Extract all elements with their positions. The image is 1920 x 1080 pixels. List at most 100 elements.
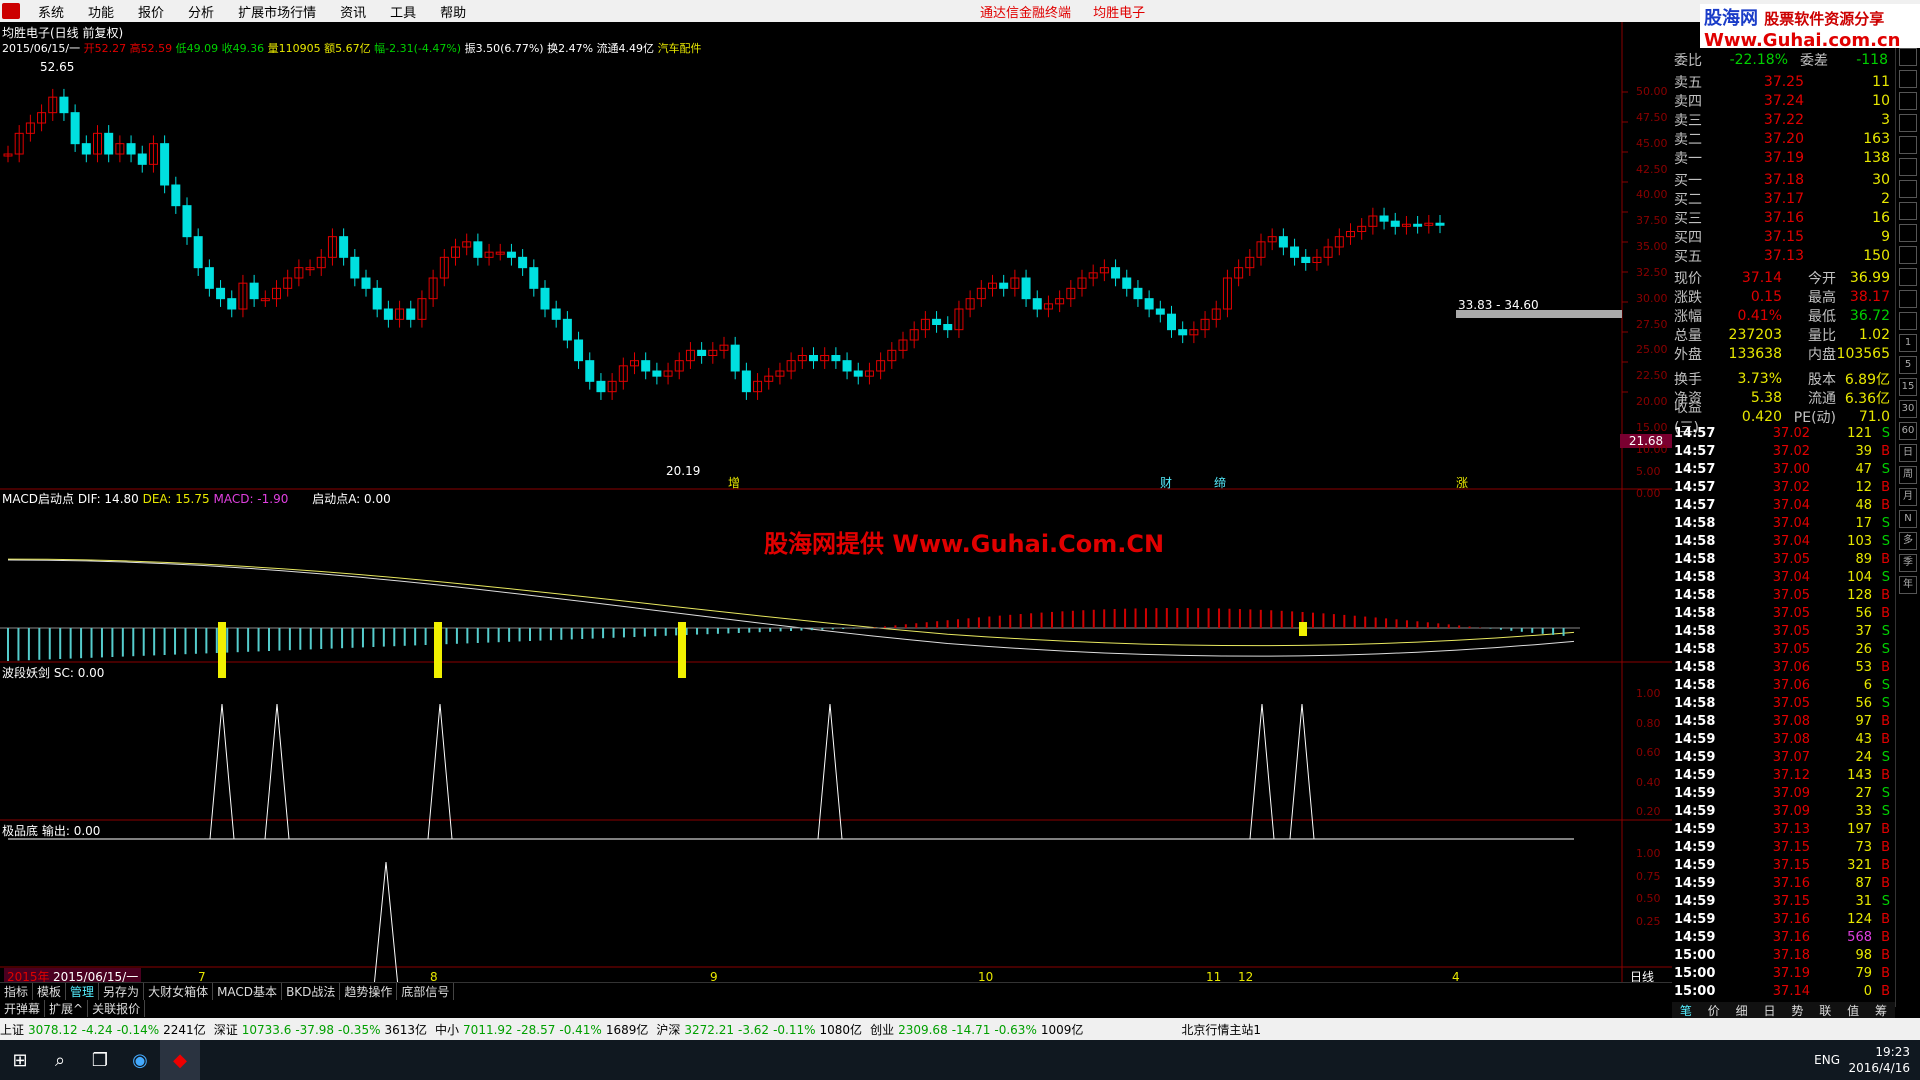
tool-icon[interactable] — [1899, 70, 1917, 88]
indicator-tab[interactable]: 模板 — [33, 983, 67, 1000]
lang-indicator[interactable]: ENG — [1814, 1052, 1840, 1068]
menu-item-extended-market[interactable]: 扩展市场行情 — [226, 2, 328, 21]
ask-level-5-label: 卖五 — [1674, 74, 1702, 91]
menu-item-tools[interactable]: 工具 — [378, 2, 428, 21]
tool-icon[interactable] — [1899, 312, 1917, 330]
ask-level-1: 卖一 37.19 138 — [1674, 148, 1892, 167]
stat-label-2: 股本 — [1808, 371, 1836, 388]
tick-side: S — [1881, 893, 1890, 909]
menu-item-system[interactable]: 系统 — [26, 2, 76, 21]
index-quote[interactable]: 上证 3078.12 -4.24 -0.14% 2241亿 — [0, 1021, 210, 1038]
period-button[interactable]: 周 — [1899, 466, 1917, 484]
task-view-icon[interactable]: ❐ — [80, 1040, 120, 1080]
start-windows-icon[interactable]: ⊞ — [0, 1040, 40, 1080]
index-quote[interactable]: 中小 7011.92 -28.57 -0.41% 1689亿 — [435, 1021, 652, 1038]
tick-volume: 27 — [1855, 785, 1872, 801]
function-tab[interactable]: 扩展^ — [45, 1000, 89, 1017]
period-button[interactable]: 年 — [1899, 576, 1917, 594]
index-amount: 2241亿 — [163, 1022, 206, 1037]
indicator-tab[interactable]: 管理 — [66, 983, 100, 1000]
ask-level-4-volume: 10 — [1872, 92, 1890, 109]
tool-icon[interactable] — [1899, 136, 1917, 154]
candle-body — [641, 360, 651, 372]
ask-level-2-price: 37.20 — [1763, 130, 1804, 147]
server-station[interactable]: 北京行情主站1 — [1181, 1021, 1261, 1038]
index-quote[interactable]: 沪深 3272.21 -3.62 -0.11% 1080亿 — [656, 1021, 866, 1038]
tick-side: B — [1881, 821, 1890, 837]
index-quote[interactable]: 深证 10733.6 -37.98 -0.35% 3613亿 — [214, 1021, 431, 1038]
period-button[interactable]: 15 — [1899, 378, 1917, 396]
chart-area[interactable]: 均胜电子(日线 前复权) 2015/06/15/一 开52.27 高52.59 … — [0, 22, 1672, 985]
trading-app-icon[interactable]: ◆ — [160, 1040, 200, 1080]
tick-price: 37.05 — [1772, 641, 1810, 657]
tick-time: 14:58 — [1674, 713, 1716, 729]
function-tab[interactable]: 开弹幕 — [0, 1000, 46, 1017]
period-button[interactable]: 1 — [1899, 334, 1917, 352]
menu-item-analysis[interactable]: 分析 — [176, 2, 226, 21]
period-button[interactable]: N — [1899, 510, 1917, 528]
tick-side: B — [1881, 731, 1890, 747]
tick-volume: 39 — [1855, 443, 1872, 459]
stat-value-2: 103565 — [1836, 345, 1890, 362]
tick-volume: 197 — [1847, 821, 1872, 837]
bid-level-2-volume: 2 — [1881, 190, 1890, 207]
function-tab[interactable]: 关联报价 — [88, 1000, 146, 1017]
browser-icon[interactable]: ◉ — [120, 1040, 160, 1080]
indicator-tab[interactable]: MACD基本 — [213, 983, 283, 1000]
search-icon[interactable]: ⌕ — [40, 1040, 80, 1080]
tool-icon[interactable] — [1899, 92, 1917, 110]
period-button[interactable]: 60 — [1899, 422, 1917, 440]
indicator-tab[interactable]: BKD战法 — [282, 983, 341, 1000]
period-button[interactable]: 日 — [1899, 444, 1917, 462]
wave-signal-spike — [264, 703, 290, 840]
period-button[interactable]: 季 — [1899, 554, 1917, 572]
index-value: 7011.92 — [463, 1022, 513, 1037]
period-button[interactable]: 多 — [1899, 532, 1917, 550]
wave-y-tick: 1.00 — [1636, 687, 1661, 700]
indicator-tab[interactable]: 底部信号 — [397, 983, 455, 1000]
tick-row: 14:58 37.05 89 B — [1674, 550, 1892, 568]
tick-price: 37.16 — [1772, 911, 1810, 927]
tool-icon[interactable] — [1899, 246, 1917, 264]
watermark-brand: 股海网 — [1704, 8, 1758, 29]
tool-icon[interactable] — [1899, 224, 1917, 242]
tool-icon[interactable] — [1899, 158, 1917, 176]
period-button[interactable]: 30 — [1899, 400, 1917, 418]
menu-item-help[interactable]: 帮助 — [428, 2, 478, 21]
index-pct: -0.14% — [116, 1022, 160, 1037]
index-amount: 1009亿 — [1040, 1022, 1084, 1037]
macd-y-tick: 15.00 — [1636, 421, 1668, 434]
tool-icon[interactable] — [1899, 114, 1917, 132]
stat-row: 总量 237203 量比 1.02 — [1674, 325, 1892, 344]
tick-price: 37.07 — [1772, 749, 1810, 765]
wave-legend: 波段妖剑 SC: 0.00 — [2, 664, 104, 681]
candle-body — [182, 205, 192, 238]
macd-dif-line — [7, 559, 1575, 657]
weicha-value: -118 — [1856, 51, 1888, 68]
indicator-tab[interactable]: 大财女箱体 — [144, 983, 214, 1000]
menu-item-news[interactable]: 资讯 — [328, 2, 378, 21]
period-button[interactable]: 5 — [1899, 356, 1917, 374]
bottom-name: 极品底 — [2, 824, 39, 838]
wave-signal-spike — [1249, 703, 1275, 840]
tick-price: 37.05 — [1772, 623, 1810, 639]
tool-icon[interactable] — [1899, 202, 1917, 220]
indicator-tab[interactable]: 另存为 — [99, 983, 145, 1000]
period-button[interactable]: 月 — [1899, 488, 1917, 506]
tick-time: 14:58 — [1674, 551, 1716, 567]
tick-time: 14:59 — [1674, 803, 1716, 819]
wave-y-tick: 0.80 — [1636, 716, 1661, 730]
indicator-tab[interactable]: 指标 — [0, 983, 34, 1000]
tool-icon[interactable] — [1899, 290, 1917, 308]
tool-icon[interactable] — [1899, 180, 1917, 198]
tick-side: B — [1881, 713, 1890, 729]
indicator-tab[interactable]: 趋势操作 — [340, 983, 398, 1000]
tick-price: 37.12 — [1772, 767, 1810, 783]
tool-icon[interactable] — [1899, 268, 1917, 286]
main-y-tick: 27.50 — [1636, 317, 1668, 331]
menu-item-function[interactable]: 功能 — [76, 2, 126, 21]
bid-level-2-price: 37.17 — [1763, 190, 1804, 207]
menu-item-quote[interactable]: 报价 — [126, 2, 176, 21]
index-quote[interactable]: 创业 2309.68 -14.71 -0.63% 1009亿 — [870, 1021, 1087, 1038]
candle-body — [1167, 313, 1176, 331]
